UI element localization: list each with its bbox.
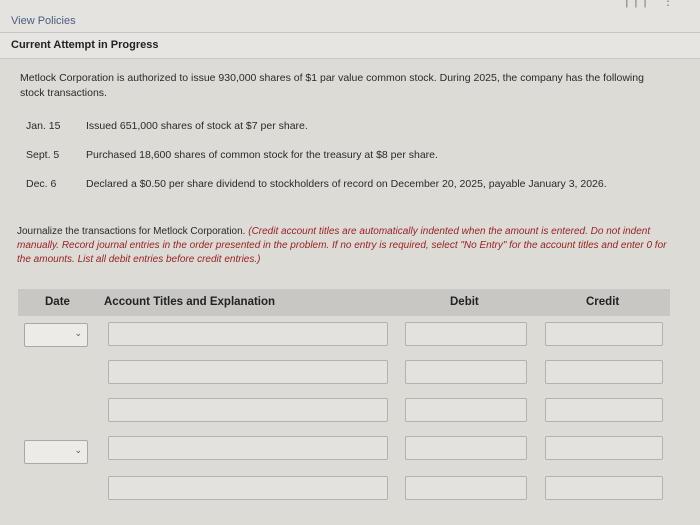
transaction-text: Purchased 18,600 shares of common stock … [86,149,438,161]
attempt-banner: Current Attempt in Progress [0,32,700,58]
problem-intro: Metlock Corporation is authorized to iss… [20,72,644,99]
credit-input[interactable] [545,436,663,460]
header-date: Date [45,296,70,308]
debit-input[interactable] [405,322,527,346]
instruction-lead: Journalize the transactions for Metlock … [17,226,249,237]
top-bar: View Policies ||| ⋮ [0,0,700,32]
account-title-input[interactable] [108,360,388,384]
instructions: Journalize the transactions for Metlock … [17,225,682,267]
credit-input[interactable] [545,322,663,346]
transaction-date: Dec. 6 [26,178,57,190]
date-select[interactable]: ⌄ [24,323,88,347]
header-credit: Credit [586,296,620,308]
journal-table-header: Date Account Titles and Explanation Debi… [18,289,670,316]
debit-input[interactable] [405,360,527,384]
account-title-input[interactable] [108,398,388,422]
account-title-input[interactable] [108,436,388,460]
chevron-down-icon: ⌄ [74,328,82,338]
date-select[interactable]: ⌄ [24,440,88,464]
credit-input[interactable] [545,360,663,384]
question-panel: Metlock Corporation is authorized to iss… [0,58,700,525]
more-icon[interactable]: ⋮ [662,0,680,8]
header-debit: Debit [450,296,479,308]
transaction-text: Declared a $0.50 per share dividend to s… [86,178,607,190]
transaction-date: Jan. 15 [26,120,61,132]
transaction-date: Sept. 5 [26,149,60,161]
view-policies-link[interactable]: View Policies [11,15,76,27]
menu-icon[interactable]: ||| [625,0,652,8]
account-title-input[interactable] [108,322,388,346]
credit-input[interactable] [545,476,663,500]
header-account: Account Titles and Explanation [104,296,276,308]
chevron-down-icon: ⌄ [74,445,82,455]
top-icons: ||| ⋮ [625,0,680,8]
attempt-title: Current Attempt in Progress [11,39,159,51]
debit-input[interactable] [405,398,527,422]
account-title-input[interactable] [108,476,388,500]
debit-input[interactable] [405,476,527,500]
debit-input[interactable] [405,436,527,460]
transaction-text: Issued 651,000 shares of stock at $7 per… [86,120,308,132]
credit-input[interactable] [545,398,663,422]
